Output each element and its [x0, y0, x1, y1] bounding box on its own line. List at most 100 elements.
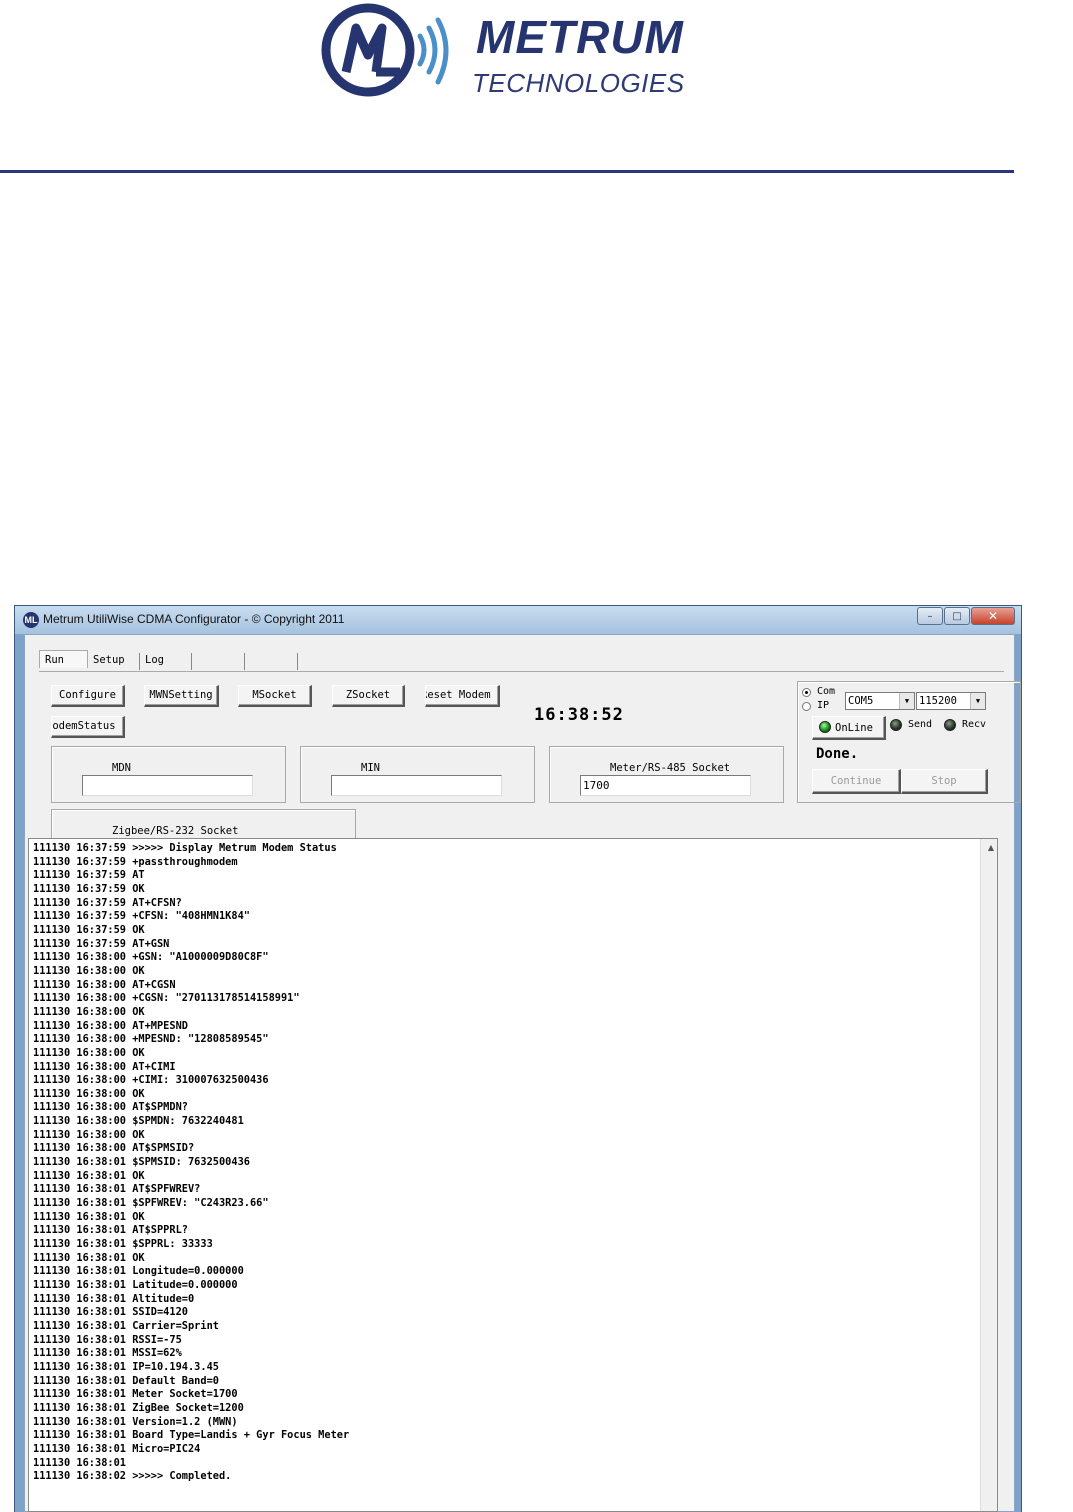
reset-modem-button[interactable]: Reset Modem	[425, 685, 500, 707]
meter-socket-label: Meter/RS-485 Socket	[610, 762, 731, 774]
log-line: 111130 16:38:01 Version=1.2 (MWN)	[33, 1415, 238, 1428]
log-line: 111130 16:38:01	[33, 1456, 126, 1469]
log-line: 111130 16:38:02 >>>>> Completed.	[33, 1470, 232, 1483]
log-line: 111130 16:38:00 AT$SPMSID?	[33, 1142, 195, 1155]
log-line: 111130 16:38:00 +MPESND: "12808589545"	[33, 1033, 269, 1046]
send-led-icon	[890, 719, 902, 731]
stop-button[interactable]: Stop	[901, 769, 988, 794]
mdn-input[interactable]	[82, 775, 253, 796]
log-line: 111130 16:38:01 Meter Socket=1700	[33, 1388, 238, 1401]
log-line: 111130 16:38:01 OK	[33, 1210, 145, 1223]
log-line: 111130 16:38:01 Longitude=0.000000	[33, 1265, 244, 1278]
maximize-button[interactable]: □	[944, 607, 970, 625]
log-line: 111130 16:38:01 Board Type=Landis + Gyr …	[33, 1429, 350, 1442]
tab-setup[interactable]: Setup	[88, 653, 140, 670]
log-line: 111130 16:38:01 ZigBee Socket=1200	[33, 1401, 244, 1414]
title-bar[interactable]: ML Metrum UtiliWise CDMA Configurator - …	[15, 606, 1021, 634]
log-line: 111130 16:38:01 Default Band=0	[33, 1374, 219, 1387]
msocket-button[interactable]: MSocket	[238, 685, 312, 707]
com-radio[interactable]	[802, 688, 811, 697]
meter-socket-input[interactable]: 1700	[580, 775, 751, 796]
mdn-label: MDN	[112, 762, 131, 774]
log-line: 111130 16:37:59 +CFSN: "408HMN1K84"	[33, 910, 250, 923]
tab-log[interactable]: Log	[140, 653, 192, 670]
log-output[interactable]: 111130 16:37:59 >>>>> Display Metrum Mod…	[28, 838, 998, 1512]
minimize-button[interactable]: –	[917, 607, 943, 625]
meter-socket-group: Meter/RS-485 Socket 1700	[549, 746, 784, 803]
ip-radio[interactable]	[802, 702, 811, 711]
send-label: Send	[908, 719, 933, 730]
metrum-logo-icon: ML	[23, 612, 39, 628]
chevron-down-icon: ▼	[970, 693, 985, 709]
log-line: 111130 16:37:59 AT+GSN	[33, 937, 170, 950]
continue-button[interactable]: Continue	[812, 769, 901, 794]
mdn-group: MDN	[51, 746, 286, 803]
log-line: 111130 16:38:01 AT$SPFWREV?	[33, 1183, 201, 1196]
tab-divider	[39, 671, 1004, 672]
log-line: 111130 16:37:59 AT	[33, 869, 145, 882]
com-port-select[interactable]: COM5 ▼	[845, 692, 915, 710]
tab-run[interactable]: Run	[39, 650, 88, 668]
tab-blank-2[interactable]	[245, 653, 298, 670]
min-label: MIN	[361, 762, 380, 774]
online-led-icon	[819, 721, 831, 733]
log-line: 111130 16:38:00 AT+CIMI	[33, 1060, 176, 1073]
log-line: 111130 16:38:01 $SPPRL: 33333	[33, 1238, 213, 1251]
header-divider	[0, 170, 1014, 173]
log-line: 111130 16:38:01 RSSI=-75	[33, 1333, 182, 1346]
com-label: Com	[817, 686, 836, 697]
clock-display: 16:38:52	[534, 705, 624, 725]
brand-name: METRUM	[476, 11, 684, 63]
log-line: 111130 16:38:01 Latitude=0.000000	[33, 1279, 238, 1291]
log-line: 111130 16:38:00 OK	[33, 1128, 145, 1141]
log-line: 111130 16:38:00 OK	[33, 1087, 145, 1100]
log-line: 111130 16:38:01 OK	[33, 1169, 145, 1182]
status-text: Done.	[816, 746, 859, 762]
log-line: 111130 16:38:00 OK	[33, 1046, 145, 1059]
close-button[interactable]: ✕	[971, 607, 1015, 625]
com-port-value: COM5	[848, 695, 874, 707]
log-line: 111130 16:38:00 AT$SPMDN?	[33, 1101, 188, 1114]
brand-subtitle: TECHNOLOGIES	[472, 68, 685, 98]
modem-status-button[interactable]: ModemStatus	[51, 716, 125, 738]
ip-label: IP	[817, 700, 830, 711]
window-controls: – □ ✕	[916, 607, 1015, 626]
log-line: 111130 16:38:01 MSSI=62%	[33, 1347, 182, 1360]
log-line: 111130 16:38:01 IP=10.194.3.45	[33, 1360, 219, 1373]
log-line: 111130 16:38:00 AT+MPESND	[33, 1019, 188, 1032]
log-line: 111130 16:38:01 OK	[33, 1251, 145, 1264]
log-line: 111130 16:38:00 OK	[33, 1005, 145, 1018]
online-button[interactable]: OnLine	[812, 716, 886, 740]
window-title: Metrum UtiliWise CDMA Configurator - © C…	[43, 612, 345, 626]
log-line: 111130 16:38:01 Micro=PIC24	[33, 1442, 201, 1455]
configure-button[interactable]: Configure	[51, 685, 125, 707]
log-line: 111130 16:38:01 SSID=4120	[33, 1306, 188, 1319]
log-line: 111130 16:38:00 OK	[33, 964, 145, 977]
min-group: MIN	[300, 746, 535, 803]
online-label: OnLine	[835, 722, 873, 734]
recv-label: Recv	[962, 719, 987, 730]
log-line: 111130 16:38:01 $SPMSID: 7632500436	[33, 1156, 250, 1169]
log-line: 111130 16:37:59 OK	[33, 923, 145, 936]
log-line: 111130 16:38:01 Altitude=0	[33, 1292, 195, 1305]
log-line: 111130 16:38:01 $SPFWREV: "C243R23.66"	[33, 1197, 269, 1210]
log-line: 111130 16:38:00 AT+CGSN	[33, 978, 176, 991]
log-line: 111130 16:37:59 +passthroughmodem	[33, 855, 238, 868]
min-input[interactable]	[331, 775, 502, 796]
log-line: 111130 16:38:01 AT$SPPRL?	[33, 1224, 188, 1237]
log-line: 111130 16:38:00 +GSN: "A1000009D80C8F"	[33, 951, 269, 964]
log-line: 111130 16:38:00 +CIMI: 310007632500436	[33, 1074, 269, 1087]
log-line: 111130 16:38:00 +CGSN: "2701131785141589…	[33, 992, 300, 1005]
recv-led-icon	[944, 719, 956, 731]
log-line: 111130 16:37:59 AT+CFSN?	[33, 896, 182, 909]
zsocket-button[interactable]: ZSocket	[332, 685, 405, 707]
tab-blank-1[interactable]	[192, 653, 245, 670]
log-line: 111130 16:37:59 OK	[33, 882, 145, 895]
log-scrollbar[interactable]: ▲	[980, 839, 997, 1511]
mwnsetting-button[interactable]: MWNSetting	[144, 685, 219, 707]
log-lines: 111130 16:37:59 >>>>> Display Metrum Mod…	[33, 842, 963, 1484]
metrum-logo: METRUM TECHNOLOGIES	[316, 0, 706, 104]
scroll-up-icon[interactable]: ▲	[988, 843, 994, 852]
baud-rate-select[interactable]: 115200 ▼	[916, 692, 986, 710]
chevron-down-icon: ▼	[899, 693, 914, 709]
